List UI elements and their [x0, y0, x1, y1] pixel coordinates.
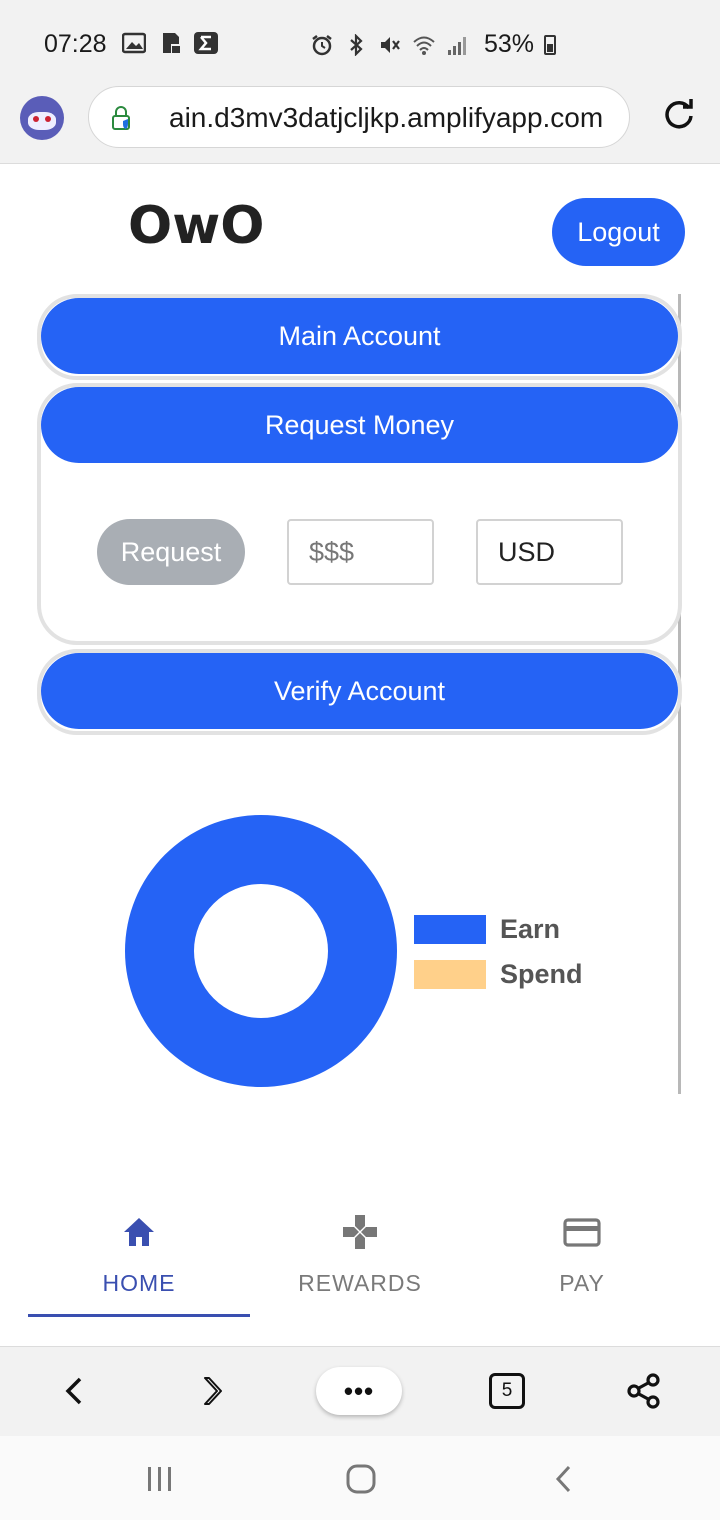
status-icons-right: 53%	[310, 30, 557, 59]
forward-icon[interactable]	[190, 1369, 234, 1413]
avatar-eye-right	[45, 116, 51, 122]
signal-icon	[448, 36, 466, 55]
browser-address-bar: ain.d3mv3datjcljkp.amplifyapp.com	[0, 84, 720, 164]
logout-button[interactable]: Logout	[552, 198, 685, 266]
request-money-button[interactable]: Request Money	[41, 387, 678, 463]
wifi-icon	[413, 36, 435, 55]
battery-percent: 53%	[484, 30, 535, 58]
nav-pay-label: PAY	[559, 1270, 605, 1296]
legend-swatch-spend	[414, 960, 486, 989]
legend-label-spend: Spend	[500, 959, 583, 989]
donut-slice-earn[interactable]	[124, 814, 397, 1088]
legend-item-spend[interactable]: Spend	[414, 959, 583, 990]
home-system-icon[interactable]	[341, 1462, 381, 1496]
nav-home-label: HOME	[102, 1270, 176, 1296]
browser-toolbar: ••• 5	[0, 1346, 720, 1436]
bottom-navigation: HOME REWARDS PAY	[0, 1190, 720, 1346]
status-bar: 07:28 53%	[0, 0, 720, 84]
legend-item-earn[interactable]: Earn	[414, 914, 560, 945]
currency-input[interactable]: USD	[476, 519, 623, 585]
legend-swatch-earn	[414, 915, 486, 944]
verify-account-panel: Verify Account	[37, 649, 682, 735]
battery-icon	[544, 34, 557, 55]
tabs-button[interactable]: 5	[489, 1373, 525, 1409]
profile-avatar[interactable]	[20, 96, 64, 140]
bluetooth-icon	[350, 33, 363, 56]
recent-apps-icon[interactable]	[140, 1462, 180, 1496]
reload-icon[interactable]	[660, 96, 698, 134]
main-account-panel: Main Account	[37, 294, 682, 380]
back-system-icon[interactable]	[544, 1462, 584, 1496]
url-field[interactable]: ain.d3mv3datjcljkp.amplifyapp.com	[88, 86, 630, 148]
amount-input[interactable]: $$$	[287, 519, 434, 585]
main-account-button[interactable]: Main Account	[41, 298, 678, 374]
mute-icon	[381, 36, 400, 53]
system-navigation-bar	[0, 1436, 720, 1520]
more-menu-button[interactable]: •••	[316, 1367, 402, 1415]
home-icon	[124, 1218, 154, 1246]
avatar-face	[28, 112, 56, 130]
donut-chart	[124, 814, 397, 1088]
active-tab-indicator	[28, 1314, 250, 1317]
request-money-panel: Request Money Request $$$ USD	[37, 383, 682, 645]
sd-card-icon	[163, 33, 181, 53]
back-icon[interactable]	[52, 1369, 96, 1413]
status-icons-left	[122, 32, 218, 54]
sigma-icon	[194, 32, 218, 54]
legend-label-earn: Earn	[500, 914, 561, 944]
url-text: ain.d3mv3datjcljkp.amplifyapp.com	[169, 102, 604, 133]
earn-spend-chart: Earn Spend	[120, 810, 610, 1100]
verify-account-button[interactable]: Verify Account	[41, 653, 678, 729]
nav-home[interactable]: HOME	[28, 1190, 250, 1318]
gamepad-icon	[343, 1215, 377, 1249]
credit-card-icon	[563, 1218, 601, 1247]
share-icon[interactable]	[622, 1369, 666, 1413]
lock-icon[interactable]	[111, 105, 131, 131]
nav-pay[interactable]: PAY	[471, 1190, 693, 1318]
status-time: 07:28	[44, 30, 107, 58]
alarm-icon	[312, 34, 332, 55]
avatar-eye-left	[33, 116, 39, 122]
app-title: OwO	[128, 196, 265, 256]
nav-rewards[interactable]: REWARDS	[249, 1190, 471, 1318]
image-icon	[122, 32, 146, 54]
request-submit-button[interactable]: Request	[97, 519, 245, 585]
nav-rewards-label: REWARDS	[298, 1270, 422, 1296]
